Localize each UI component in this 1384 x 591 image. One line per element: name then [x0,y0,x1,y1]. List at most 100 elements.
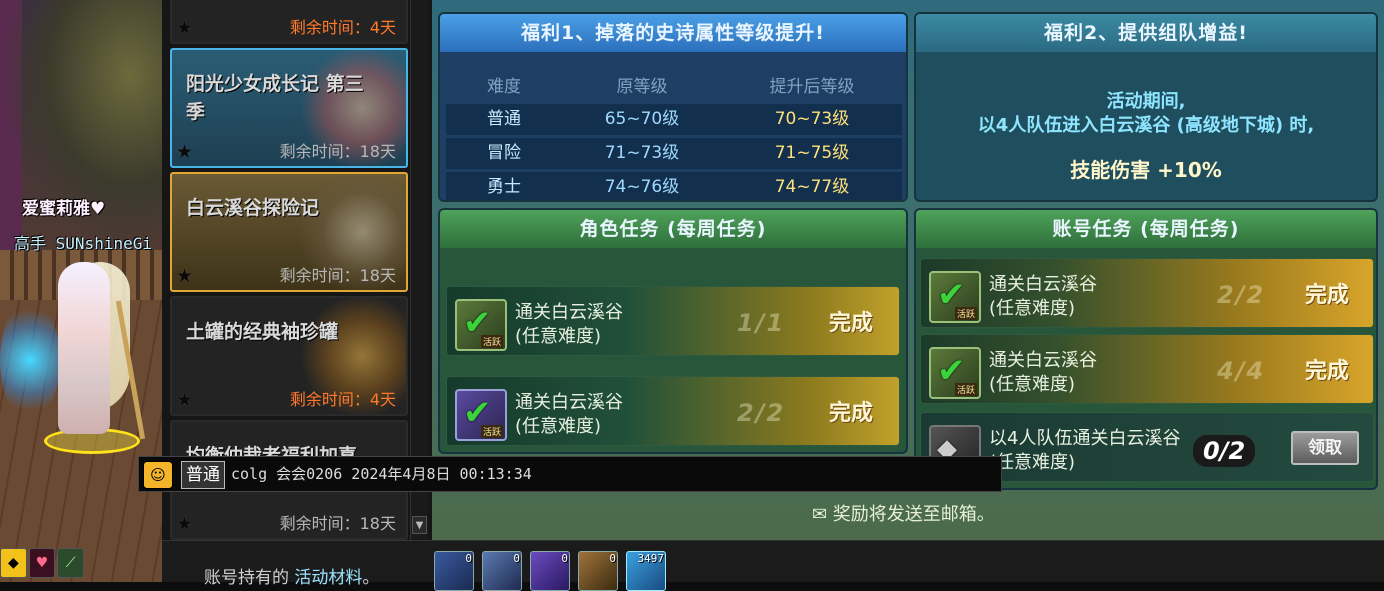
account-task-item-0: ✔ 活跃 通关白云溪谷 (任意难度) 2/2 完成 [920,258,1374,328]
cell-difficulty: 普通 [487,109,521,129]
task-line1: 以4人队伍通关白云溪谷 [989,428,1181,449]
event-card-3[interactable]: 土罐的经典袖珍罐 ★ 剩余时间：4天 [170,296,408,416]
event-card-0[interactable]: ★ 剩余时间：4天 [170,0,408,44]
cell-difficulty: 冒险 [487,143,521,163]
task-status: 完成 [829,311,874,336]
cell-upgraded-level: 70~73级 [774,109,850,129]
task-status: 完成 [1305,359,1350,384]
task-tag: 活跃 [954,307,977,320]
benefit1-panel: 福利1、掉落的史诗属性等级提升! 难度 原等级 提升后等级 普通 65~70级 … [438,12,908,202]
material-count: 0 [561,552,568,565]
task-progress: 4/4 [1217,357,1266,385]
event-remaining: 剩余时间：4天 [289,18,396,37]
benefit1-title: 福利1、掉落的史诗属性等级提升! [440,14,906,52]
benefit2-line2: 以4人队伍进入白云溪谷 (高级地下城) 时, [977,115,1315,136]
gold-icon[interactable]: ◆ [0,548,27,578]
favorite-star-icon[interactable]: ★ [176,389,193,411]
event-card-2[interactable]: 白云溪谷探险记 ★ 剩余时间：18天 [170,172,408,292]
benefit2-bonus: 技能伤害 +10% [1070,158,1222,182]
material-count: 0 [609,552,616,565]
material-slot-2[interactable]: 0 [530,551,570,591]
chat-text: colg 会会0206 2024年4月8日 00:13:34 [231,465,532,483]
cell-original-level: 65~70级 [604,109,680,129]
task-icon: ✔ 活跃 [455,389,507,441]
task-progress: 2/2 [737,399,786,427]
sword-icon[interactable]: ⟋ [57,548,85,578]
claim-button[interactable]: 领取 [1291,431,1359,465]
player-name: 爱蜜莉雅♥ [22,199,106,219]
chat-channel[interactable]: 普通 [181,461,225,489]
table-row: 冒险 71~73级 71~75级 [446,138,902,169]
task-line1: 通关白云溪谷 [989,274,1097,295]
header-upgraded-level: 提升后等级 [769,77,855,97]
event-remaining: 剩余时间：4天 [289,390,396,409]
task-text: 通关白云溪谷 (任意难度) [515,391,623,439]
table-row: 勇士 74~76级 74~77级 [446,172,902,200]
favorite-star-icon[interactable]: ★ [176,141,193,163]
favorite-star-icon[interactable]: ★ [176,513,193,535]
account-tasks-title: 账号任务 (每周任务) [916,210,1376,248]
material-slot-3[interactable]: 0 [578,551,618,591]
role-task-item-0: ✔ 活跃 通关白云溪谷 (任意难度) 1/1 完成 [446,286,900,356]
material-slot-0[interactable]: 0 [434,551,474,591]
event-remaining: 剩余时间：18天 [279,514,396,533]
material-count: 3497 [637,552,665,565]
material-count: 0 [513,552,520,565]
task-tag: 活跃 [480,335,503,348]
benefit2-title: 福利2、提供组队增益! [916,14,1376,52]
quick-icons: ◆ ♥ ⟋ [0,548,85,580]
task-line2: (任意难度) [515,416,602,437]
event-title: 土罐的经典袖珍罐 [186,321,339,343]
task-icon: ✔ 活跃 [929,271,981,323]
task-line1: 通关白云溪谷 [515,392,623,413]
task-line1: 通关白云溪谷 [989,350,1097,371]
task-icon: ✔ 活跃 [455,299,507,351]
task-line1: 通关白云溪谷 [515,302,623,323]
material-slot-1[interactable]: 0 [482,551,522,591]
benefit2-line1: 活动期间, [1106,91,1186,112]
favorite-star-icon[interactable]: ★ [176,265,193,287]
task-progress: 0/2 [1193,435,1256,467]
task-text: 通关白云溪谷 (任意难度) [989,273,1097,321]
event-remaining: 剩余时间：18天 [279,142,396,161]
task-icon: ✔ 活跃 [929,347,981,399]
label-prefix: 账号持有的 [204,568,295,588]
level-table: 难度 原等级 提升后等级 普通 65~70级 70~73级 冒险 71~73级 … [446,70,902,200]
level-table-header: 难度 原等级 提升后等级 [446,70,902,104]
event-card-1[interactable]: 阳光少女成长记 第三季 ★ 剩余时间：18天 [170,48,408,168]
heart-icon[interactable]: ♥ [28,548,56,578]
task-text: 以4人队伍通关白云溪谷 (任意难度) [989,427,1180,475]
emoji-face-icon[interactable]: ☺ [143,461,173,489]
player-tag: SUNshineGi [55,234,152,253]
task-line2: (任意难度) [989,298,1076,319]
cell-original-level: 71~73级 [604,143,680,163]
player-title-line: 高手 SUNshineGi [14,230,152,254]
task-line2: (任意难度) [515,326,602,347]
portal-glow [0,300,60,420]
task-status: 完成 [1305,283,1350,308]
account-task-item-1: ✔ 活跃 通关白云溪谷 (任意难度) 4/4 完成 [920,334,1374,404]
task-progress: 1/1 [737,309,786,337]
task-line2: (任意难度) [989,374,1076,395]
label-highlight: 活动材料 [294,568,363,588]
task-progress: 2/2 [1217,281,1266,309]
favorite-star-icon[interactable]: ★ [176,17,193,39]
benefit2-body: 活动期间, 以4人队伍进入白云溪谷 (高级地下城) 时, 技能伤害 +10% [916,90,1376,182]
event-title: 白云溪谷探险记 [186,197,320,219]
task-line2: (任意难度) [989,452,1076,473]
event-remaining: 剩余时间：18天 [279,266,396,285]
materials-bar: 账号持有的 活动材料。 0 0 0 0 3497 [162,540,1384,591]
scroll-down-icon[interactable]: ▼ [412,516,427,534]
material-slot-4[interactable]: 3497 [626,551,666,591]
cell-upgraded-level: 74~77级 [774,177,850,197]
cell-original-level: 74~76级 [604,177,680,197]
task-text: 通关白云溪谷 (任意难度) [515,301,623,349]
role-task-item-1: ✔ 活跃 通关白云溪谷 (任意难度) 2/2 完成 [446,376,900,446]
cell-difficulty: 勇士 [487,177,521,197]
material-count: 0 [465,552,472,565]
task-tag: 活跃 [480,425,503,438]
label-suffix: 。 [362,568,380,588]
player-character[interactable] [58,262,110,434]
table-row: 普通 65~70级 70~73级 [446,104,902,135]
event-title: 阳光少女成长记 第三季 [186,73,364,123]
